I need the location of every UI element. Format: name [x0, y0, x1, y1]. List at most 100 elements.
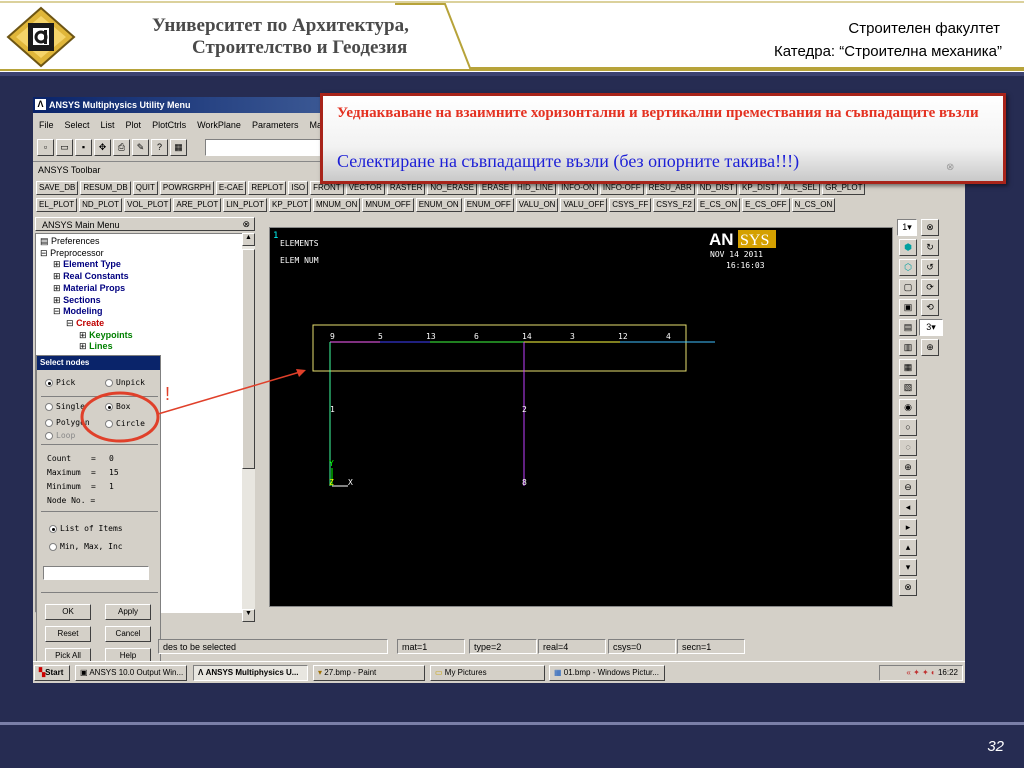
tb-csys-ff[interactable]: CSYS_FF [609, 198, 652, 212]
save-icon[interactable]: ▪ [75, 139, 92, 156]
pan-zoom-icon[interactable]: ⊕ [921, 339, 939, 356]
zoom-icon[interactable]: ◉ [899, 399, 917, 416]
tb-are-plot[interactable]: ARE_PLOT [173, 198, 222, 212]
task-ansys-utility[interactable]: Λ ANSYS Multiphysics U... [193, 665, 308, 681]
close-view-icon[interactable]: ⊗ [921, 219, 939, 236]
polygon-radio[interactable]: Polygon [45, 418, 90, 427]
pan-up-icon[interactable]: ▴ [899, 539, 917, 556]
command-icon[interactable]: ▦ [170, 139, 187, 156]
apply-button[interactable]: Apply [105, 604, 151, 620]
tb-replot[interactable]: REPLOT [248, 181, 287, 195]
tb-csys-f2[interactable]: CSYS_F2 [653, 198, 695, 212]
open-folder-icon[interactable]: ▭ [56, 139, 73, 156]
main-menu-scrollbar[interactable]: ▲ ▼ [242, 233, 255, 622]
tree-expander-icon: ⊟ [40, 247, 48, 258]
minmax-radio[interactable]: Min, Max, Inc [49, 542, 123, 551]
tb-nd-plot[interactable]: ND_PLOT [79, 198, 123, 212]
new-file-icon[interactable]: ▫ [37, 139, 54, 156]
zoom-out-icon[interactable]: ⊖ [899, 479, 917, 496]
tb-enum-off[interactable]: ENUM_OFF [463, 198, 514, 212]
tb-valu-on[interactable]: VALU_ON [515, 198, 559, 212]
fit-view-icon[interactable]: ⊗ [899, 579, 917, 596]
oblique-view-icon[interactable]: ⬡ [899, 259, 917, 276]
menu-plot[interactable]: Plot [126, 120, 142, 130]
right-view-icon[interactable]: ▣ [899, 299, 917, 316]
view-select[interactable]: 3▾ [919, 319, 943, 336]
tb-n-cs-on[interactable]: N_CS_ON [791, 198, 836, 212]
pan-icon[interactable]: ✥ [94, 139, 111, 156]
print-icon[interactable]: ⎙ [113, 139, 130, 156]
menu-tree-item[interactable]: ⊞ Keypoints [40, 330, 254, 342]
menu-workplane[interactable]: WorkPlane [197, 120, 241, 130]
tb-mnum-off[interactable]: MNUM_OFF [362, 198, 414, 212]
task-picture-viewer[interactable]: ▦ 01.bmp - Windows Pictur... [549, 665, 665, 681]
box-zoom-icon[interactable]: ○ [899, 419, 917, 436]
pan-left-icon[interactable]: ◂ [899, 499, 917, 516]
task-ansys-output[interactable]: ▣ ANSYS 10.0 Output Win... [75, 665, 187, 681]
collapse-icon[interactable]: ⊗ [242, 219, 250, 230]
front-view-icon[interactable]: ▢ [899, 279, 917, 296]
report-icon[interactable]: ✎ [132, 139, 149, 156]
scroll-thumb[interactable] [242, 249, 255, 469]
task-paint[interactable]: ▾ 27.bmp - Paint [313, 665, 425, 681]
menu-tree-item[interactable]: ⊞ Material Props [40, 283, 254, 295]
pick-radio[interactable]: Pick [45, 378, 75, 387]
rotate-x-icon[interactable]: ↺ [921, 259, 939, 276]
menu-tree-item[interactable]: ⊟ Create [40, 318, 254, 330]
menu-select[interactable]: Select [65, 120, 90, 130]
tb-enum-on[interactable]: ENUM_ON [415, 198, 462, 212]
back-view-icon[interactable]: ▥ [899, 339, 917, 356]
graphics-window[interactable]: 1 ELEMENTS ELEM NUM AN SYS NOV 14 2011 1… [269, 227, 893, 607]
tb-iso[interactable]: ISO [288, 181, 309, 195]
pan-down-icon[interactable]: ▾ [899, 559, 917, 576]
list-items-radio[interactable]: List of Items [49, 524, 123, 533]
rotate-neg-z-icon[interactable]: ⟲ [921, 299, 939, 316]
window-select[interactable]: 1▾ [897, 219, 917, 236]
iso-view-icon[interactable]: ⬢ [899, 239, 917, 256]
menu-tree-item[interactable]: ⊟ Preprocessor [40, 248, 254, 260]
scroll-up-icon[interactable]: ▲ [242, 233, 255, 246]
tb-vol-plot[interactable]: VOL_PLOT [124, 198, 172, 212]
menu-tree-item[interactable]: ▤ Preferences [40, 236, 254, 248]
zoom-in-icon[interactable]: ⊕ [899, 459, 917, 476]
rotate-z-icon[interactable]: ⟳ [921, 279, 939, 296]
task-my-pictures[interactable]: ▭ My Pictures [430, 665, 545, 681]
top-view-icon[interactable]: ▤ [899, 319, 917, 336]
tb-e-cs-on[interactable]: E_CS_ON [696, 198, 741, 212]
pick-input[interactable] [43, 566, 149, 580]
win-zoom-icon[interactable]: ◌ [899, 439, 917, 456]
tb-kp-plot[interactable]: KP_PLOT [269, 198, 312, 212]
start-button[interactable]: ▚Start [34, 665, 70, 681]
menu-file[interactable]: File [39, 120, 54, 130]
menu-parameters[interactable]: Parameters [252, 120, 299, 130]
help-icon[interactable]: ? [151, 139, 168, 156]
tb-e-cae[interactable]: E-CAE [215, 181, 247, 195]
menu-tree-item[interactable]: ⊞ Lines [40, 341, 254, 353]
menu-tree-item[interactable]: ⊞ Real Constants [40, 271, 254, 283]
bottom-view-icon[interactable]: ▦ [899, 359, 917, 376]
tb-resum-db[interactable]: RESUM_DB [80, 181, 131, 195]
tb-save-db[interactable]: SAVE_DB [36, 181, 79, 195]
menu-tree-item[interactable]: ⊟ Modeling [40, 306, 254, 318]
circle-radio[interactable]: Circle [105, 419, 145, 428]
pan-right-icon[interactable]: ▸ [899, 519, 917, 536]
scroll-down-icon[interactable]: ▼ [242, 609, 255, 622]
tb-valu-off[interactable]: VALU_OFF [560, 198, 608, 212]
box-radio[interactable]: Box [105, 402, 130, 411]
unpick-radio[interactable]: Unpick [105, 378, 145, 387]
rotate-y-icon[interactable]: ↻ [921, 239, 939, 256]
left-view-icon[interactable]: ▧ [899, 379, 917, 396]
menu-tree-item[interactable]: ⊞ Element Type [40, 259, 254, 271]
tb-powrgrph[interactable]: POWRGRPH [159, 181, 214, 195]
ok-button[interactable]: OK [45, 604, 91, 620]
tb-el-plot[interactable]: EL_PLOT [36, 198, 78, 212]
menu-list[interactable]: List [101, 120, 115, 130]
tb-quit[interactable]: QUIT [132, 181, 158, 195]
tb-e-cs-off[interactable]: E_CS_OFF [742, 198, 790, 212]
menu-plotctrls[interactable]: PlotCtrls [152, 120, 186, 130]
tb-mnum-on[interactable]: MNUM_ON [313, 198, 361, 212]
menu-tree-item[interactable]: ⊞ Sections [40, 295, 254, 307]
single-radio[interactable]: Single [45, 402, 85, 411]
command-input[interactable] [205, 139, 325, 156]
tb-lin-plot[interactable]: LIN_PLOT [223, 198, 267, 212]
